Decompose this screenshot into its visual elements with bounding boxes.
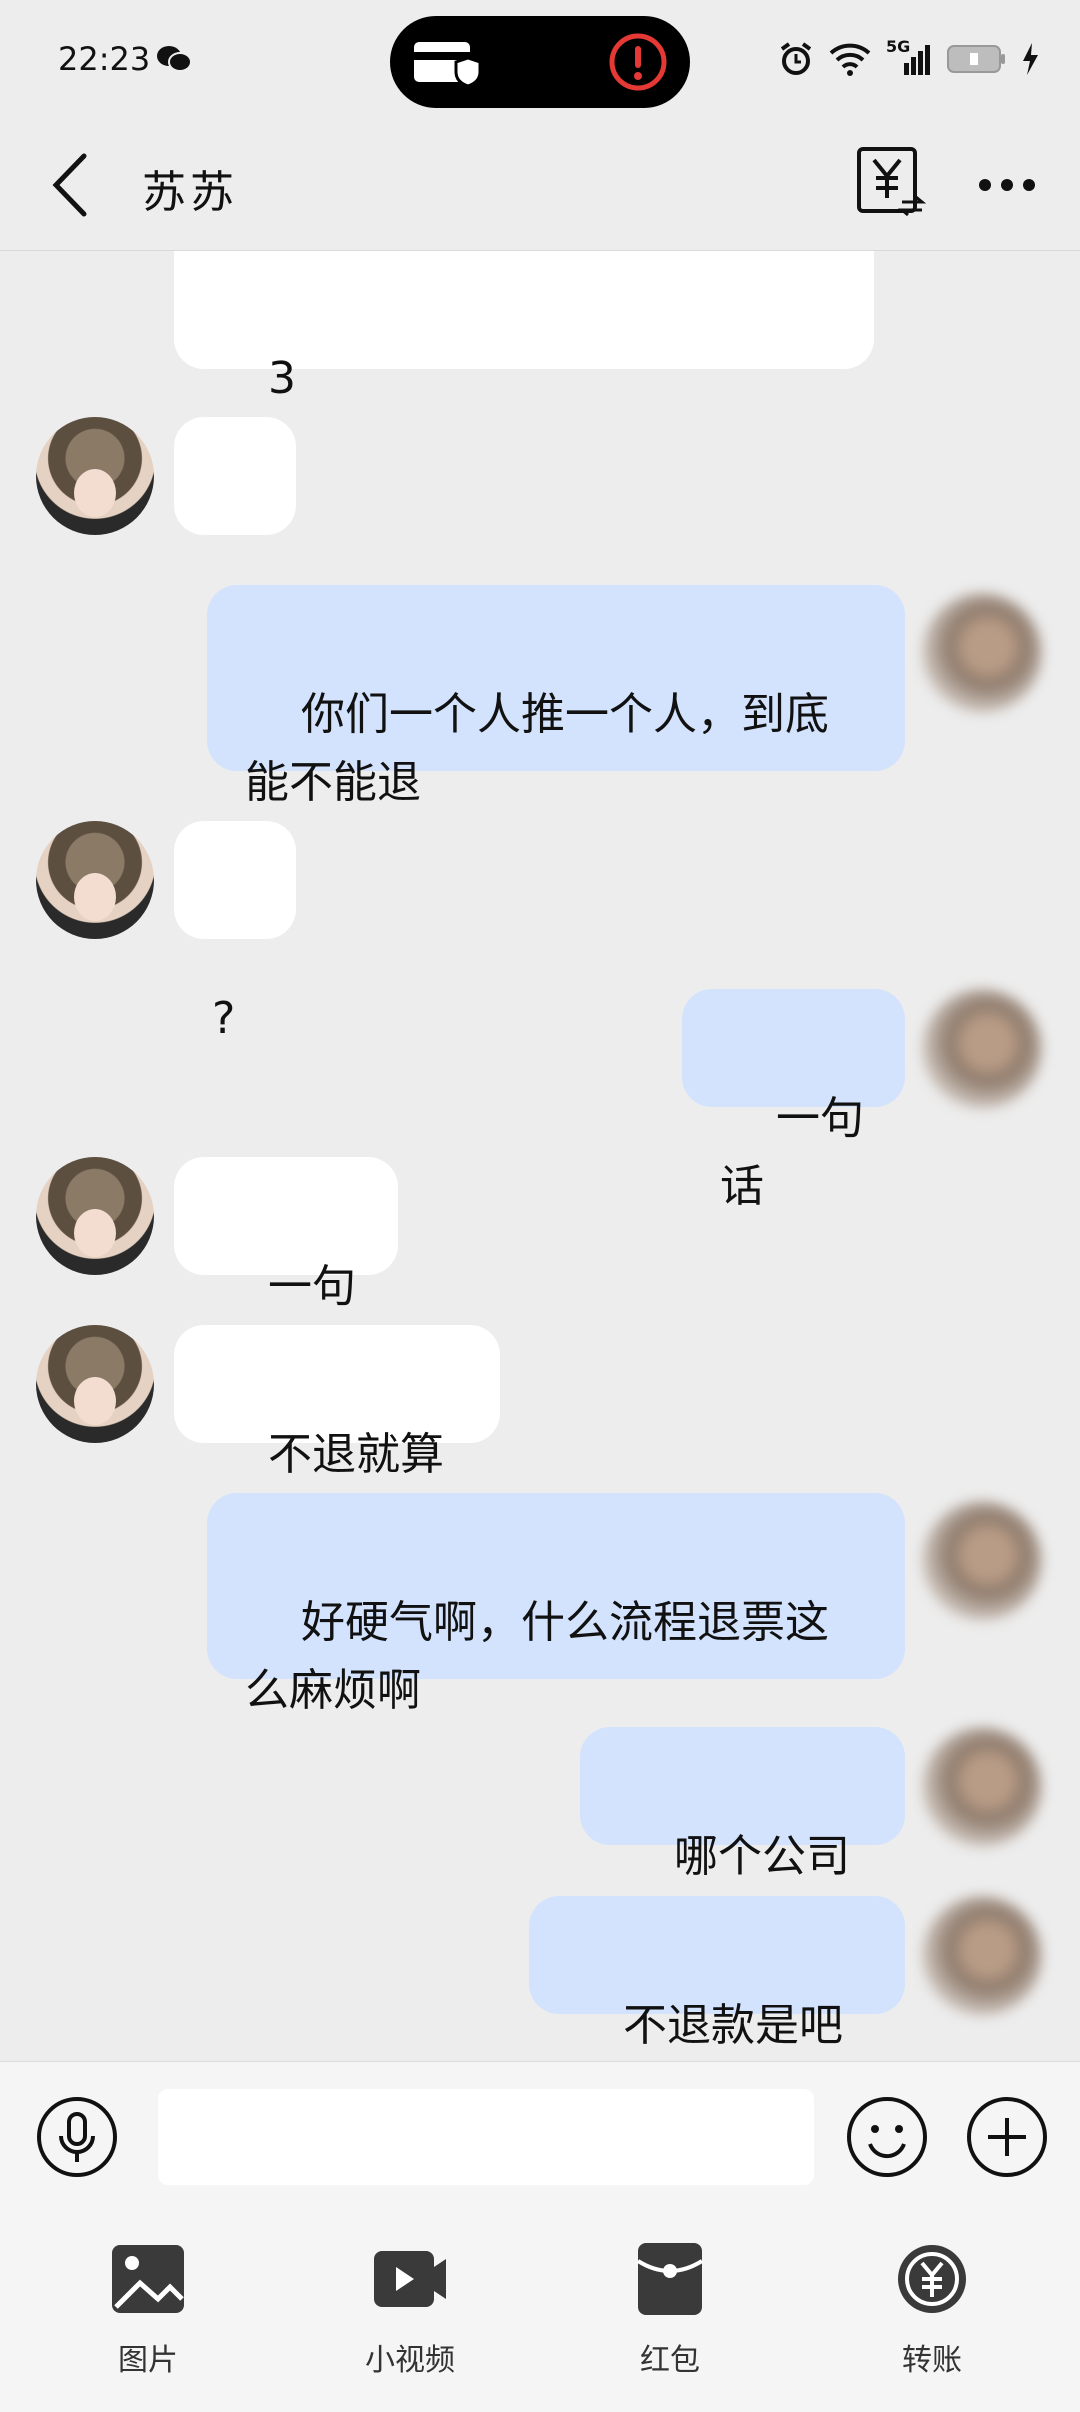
red-packet-icon <box>636 2243 704 2315</box>
wifi-icon <box>829 43 871 76</box>
alarm-icon <box>780 42 812 75</box>
message-bubble-incoming[interactable]: 不退就算了 <box>174 1325 500 1548</box>
contact-avatar[interactable] <box>36 821 154 939</box>
card-shield-icon <box>414 42 482 88</box>
contact-avatar[interactable] <box>36 1325 154 1443</box>
video-icon <box>374 2251 446 2307</box>
tool-label: 小视频 <box>365 2343 455 2378</box>
image-icon <box>112 2245 184 2313</box>
tool-video[interactable]: 小视频 <box>330 2241 490 2379</box>
tool-transfer[interactable]: 转账 <box>852 2241 1012 2379</box>
back-icon[interactable] <box>46 150 96 220</box>
message-text: 不退款是吧行 <box>622 2000 843 2051</box>
message-text: 3 <box>267 353 296 404</box>
message-bubble-incoming[interactable]: ? <box>174 821 296 1044</box>
transfer-icon <box>898 2245 966 2313</box>
charging-icon <box>1023 43 1038 75</box>
message-bubble-outgoing[interactable]: 哪个公司的 <box>580 1727 905 1950</box>
message-bubble-outgoing[interactable]: 一句话 <box>682 989 905 1212</box>
tool-image[interactable]: 图片 <box>68 2241 228 2379</box>
transfer-yuan-icon[interactable] <box>856 146 926 220</box>
message-bubble-incoming[interactable]: 3 <box>174 251 874 404</box>
my-avatar[interactable] <box>922 593 1042 713</box>
message-bubble-outgoing[interactable]: 你们一个人推一个人，到底能不能退 <box>207 585 905 808</box>
tool-label: 图片 <box>118 2343 178 2378</box>
plus-icon[interactable] <box>966 2096 1048 2178</box>
message-bubble-outgoing[interactable]: 不退款是吧行 <box>529 1896 905 2051</box>
my-avatar[interactable] <box>922 1501 1042 1621</box>
attachment-panel: 图片 小视频 红包 转账 <box>0 2211 1080 2412</box>
microphone-icon[interactable] <box>36 2096 118 2178</box>
contact-avatar[interactable] <box>36 1157 154 1275</box>
tool-red-packet[interactable]: 红包 <box>590 2241 750 2379</box>
status-time: 22:23 <box>58 40 151 78</box>
message-bubble-incoming[interactable]: ? <box>174 417 296 640</box>
message-text: 你们一个人推一个人，到底能不能退 <box>245 689 829 808</box>
more-icon[interactable] <box>976 170 1038 200</box>
alert-icon <box>609 33 667 91</box>
contact-avatar[interactable] <box>36 417 154 535</box>
tool-label: 红包 <box>640 2343 700 2378</box>
dynamic-island <box>390 16 690 108</box>
my-avatar[interactable] <box>922 989 1042 1109</box>
message-text: ? <box>212 993 236 1044</box>
tool-label: 转账 <box>902 2343 962 2378</box>
message-input[interactable] <box>158 2089 814 2185</box>
my-avatar[interactable] <box>922 1727 1042 1847</box>
emoji-icon[interactable] <box>846 2096 928 2178</box>
input-bar <box>0 2061 1080 2212</box>
chat-title: 苏苏 <box>142 167 238 218</box>
chat-header: 苏苏 <box>0 120 1080 251</box>
message-list[interactable]: 3 ? 你们一个人推一个人，到底能不能退 ? 一句话 一句话 不退就算了 好硬气… <box>0 251 1080 2061</box>
message-text: 一句话 <box>720 1093 864 1212</box>
message-bubble-outgoing[interactable]: 好硬气啊，什么流程退票这么麻烦啊 <box>207 1493 905 1716</box>
wechat-icon <box>157 46 192 72</box>
signal-icon: 5G <box>886 37 932 77</box>
battery-icon <box>947 45 1005 73</box>
status-indicators: 5G <box>778 34 1040 84</box>
message-bubble-incoming[interactable]: 一句话 <box>174 1157 398 1380</box>
message-text: 好硬气啊，什么流程退票这么麻烦啊 <box>245 1597 829 1716</box>
my-avatar[interactable] <box>922 1896 1042 2016</box>
status-bar: 22:23 5G <box>0 0 1080 120</box>
